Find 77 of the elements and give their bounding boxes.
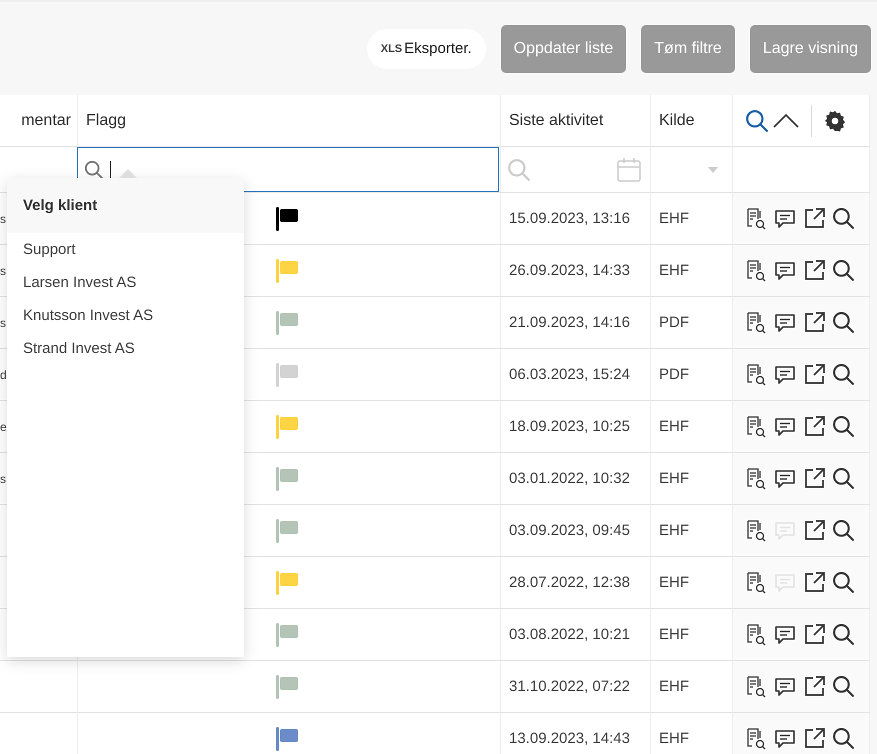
table-cell-text: e bbox=[0, 420, 7, 434]
search-icon bbox=[84, 160, 104, 180]
document-search-icon[interactable] bbox=[745, 416, 767, 438]
comment-icon[interactable] bbox=[773, 468, 797, 490]
document-search-icon[interactable] bbox=[745, 260, 767, 282]
external-link-icon[interactable] bbox=[803, 675, 826, 698]
comment-icon[interactable] bbox=[773, 208, 797, 230]
table-cell-text: d bbox=[0, 368, 7, 382]
external-link-icon[interactable] bbox=[803, 467, 826, 490]
caret-down-icon bbox=[708, 166, 718, 172]
table-cell: 03.09.2023, 09:45 bbox=[501, 505, 651, 557]
document-search-icon[interactable] bbox=[745, 728, 767, 750]
table-cell-text: s bbox=[0, 264, 6, 278]
document-search-icon[interactable] bbox=[745, 624, 767, 646]
column-header[interactable]: Siste aktivitet bbox=[501, 95, 651, 147]
client-option[interactable]: Larsen Invest AS bbox=[7, 266, 244, 299]
table-cell: 03.01.2022, 10:32 bbox=[501, 453, 651, 505]
search-icon[interactable] bbox=[832, 363, 855, 386]
document-search-icon[interactable] bbox=[745, 520, 767, 542]
external-link-icon[interactable] bbox=[803, 519, 826, 542]
comment-icon[interactable] bbox=[773, 676, 797, 698]
table-cell-text: s bbox=[0, 212, 6, 226]
search-icon[interactable] bbox=[832, 519, 855, 542]
document-search-icon[interactable] bbox=[745, 364, 767, 386]
external-link-icon[interactable] bbox=[803, 623, 826, 646]
flag-icon[interactable] bbox=[276, 206, 298, 230]
external-link-icon[interactable] bbox=[803, 363, 826, 386]
export-button[interactable]: XLS Eksporter. bbox=[366, 28, 486, 68]
chevron-up-icon[interactable] bbox=[773, 112, 799, 128]
comment-icon[interactable] bbox=[773, 260, 797, 282]
comment-icon[interactable] bbox=[773, 624, 797, 646]
external-link-icon[interactable] bbox=[803, 311, 826, 334]
date-filter-field[interactable] bbox=[501, 147, 651, 193]
settings-icon[interactable] bbox=[824, 110, 846, 132]
document-search-icon[interactable] bbox=[745, 572, 767, 594]
comment-icon[interactable] bbox=[773, 364, 797, 386]
table-cell: 26.09.2023, 14:33 bbox=[501, 245, 651, 297]
client-option[interactable]: Strand Invest AS bbox=[7, 332, 244, 365]
document-search-icon[interactable] bbox=[745, 312, 767, 334]
comment-icon[interactable] bbox=[773, 416, 797, 438]
external-link-icon[interactable] bbox=[803, 727, 826, 750]
external-link-icon[interactable] bbox=[803, 415, 826, 438]
search-icon[interactable] bbox=[832, 727, 855, 750]
table-cell-text: s bbox=[0, 472, 6, 486]
search-icon[interactable] bbox=[832, 259, 855, 282]
table-cell: 15.09.2023, 13:16 bbox=[501, 193, 651, 245]
calendar-icon bbox=[616, 156, 642, 182]
document-search-icon[interactable] bbox=[745, 676, 767, 698]
table-cell: 21.09.2023, 14:16 bbox=[501, 297, 651, 349]
search-icon[interactable] bbox=[832, 311, 855, 334]
external-link-icon[interactable] bbox=[803, 207, 826, 230]
client-option[interactable]: Knutsson Invest AS bbox=[7, 299, 244, 332]
table-cell: 31.10.2022, 07:22 bbox=[501, 661, 651, 713]
document-search-icon[interactable] bbox=[745, 468, 767, 490]
client-option[interactable]: Support bbox=[7, 233, 244, 266]
search-icon[interactable] bbox=[745, 108, 769, 132]
search-icon[interactable] bbox=[832, 571, 855, 594]
search-icon[interactable] bbox=[832, 207, 855, 230]
table-cell: 28.07.2022, 12:38 bbox=[501, 557, 651, 609]
document-search-icon[interactable] bbox=[745, 208, 767, 230]
dropdown-title: Velg klient bbox=[7, 178, 244, 233]
table-cell: 06.03.2023, 15:24 bbox=[501, 349, 651, 401]
table-cell-text: s bbox=[0, 316, 6, 330]
search-icon[interactable] bbox=[832, 467, 855, 490]
external-link-icon[interactable] bbox=[803, 259, 826, 282]
comment-icon[interactable] bbox=[773, 312, 797, 334]
table-cell: 13.09.2023, 14:43 bbox=[501, 713, 651, 754]
search-icon[interactable] bbox=[832, 415, 855, 438]
table-cell: 18.09.2023, 10:25 bbox=[501, 401, 651, 453]
table-cell: 03.08.2022, 10:21 bbox=[501, 609, 651, 661]
comment-icon[interactable] bbox=[773, 728, 797, 750]
column-header[interactable]: mentar bbox=[0, 95, 78, 147]
search-icon bbox=[507, 158, 531, 182]
external-link-icon[interactable] bbox=[803, 571, 826, 594]
search-icon[interactable] bbox=[832, 675, 855, 698]
search-icon[interactable] bbox=[832, 623, 855, 646]
xls-label: XLS bbox=[380, 42, 402, 54]
